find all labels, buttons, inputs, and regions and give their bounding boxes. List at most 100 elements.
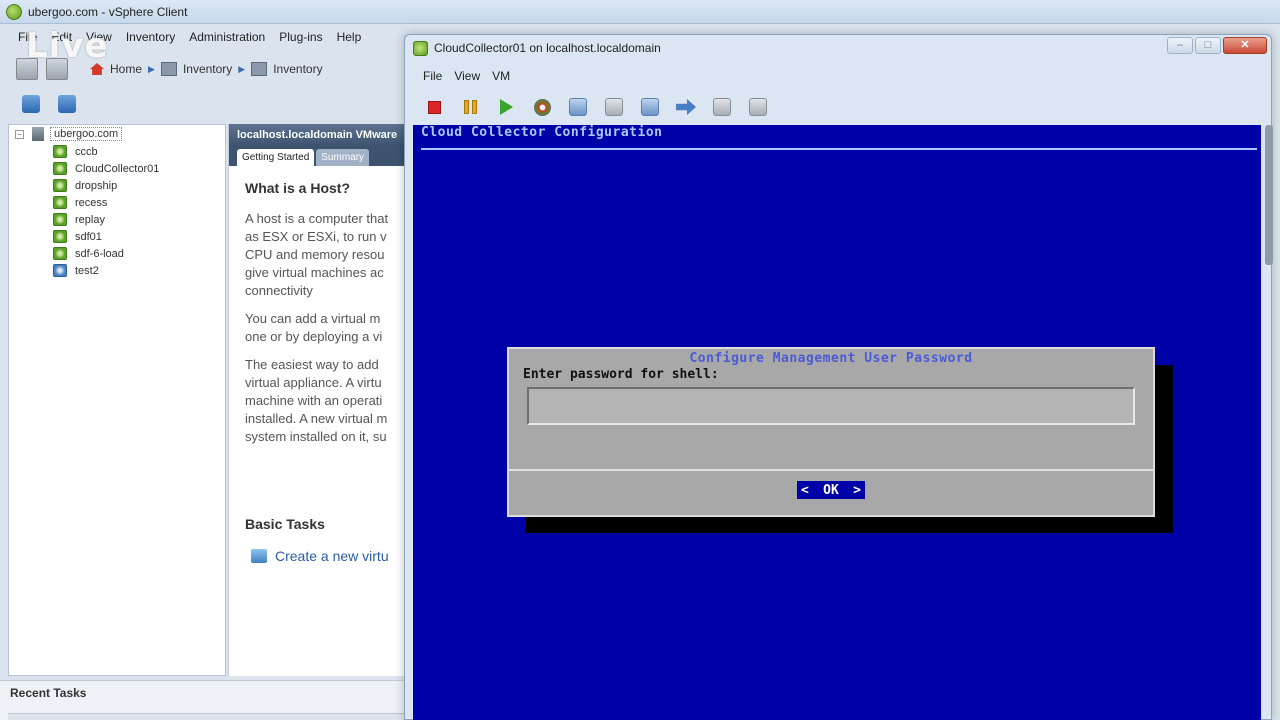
ok-button[interactable]: < OK > [797, 481, 865, 499]
tree-root-label: ubergoo.com [50, 127, 123, 141]
cd-rom-button[interactable] [711, 96, 733, 118]
content-paragraph: The easiest way to add virtual appliance… [245, 357, 388, 444]
dialog-title: Configure Management User Password [689, 351, 973, 366]
breadcrumb-inventory-view[interactable]: Inventory [273, 62, 322, 76]
tree-item-vm[interactable]: sdf-6-load [9, 245, 225, 262]
power-on-button[interactable] [495, 96, 517, 118]
revert-snapshot-button[interactable] [603, 96, 625, 118]
menu-administration[interactable]: Administration [189, 30, 265, 44]
menu-inventory[interactable]: Inventory [126, 30, 175, 44]
snapshot-manager-icon [641, 98, 659, 116]
revert-snapshot-icon [605, 98, 623, 116]
host-icon [32, 127, 44, 141]
console-title: CloudCollector01 on localhost.localdomai… [434, 41, 661, 55]
breadcrumb-home[interactable]: Home [110, 62, 142, 76]
content-header: localhost.localdomain VMware [229, 124, 408, 146]
main-toolbar [0, 90, 410, 118]
basic-tasks-heading: Basic Tasks [245, 516, 325, 532]
suspend-button[interactable] [459, 96, 481, 118]
menu-edit[interactable]: Edit [51, 30, 72, 44]
home-icon [90, 63, 104, 75]
console-scrollbar[interactable] [1265, 125, 1273, 265]
tab-summary[interactable]: Summary [316, 149, 370, 166]
recent-tasks-header-row [8, 713, 408, 720]
power-on-icon [499, 99, 513, 115]
console-screen[interactable]: Cloud Collector Configuration Configure … [413, 125, 1261, 720]
tree-item-vm[interactable]: recess [9, 194, 225, 211]
tree-item-vm[interactable]: dropship [9, 177, 225, 194]
tree-item-label: cccb [75, 145, 98, 158]
console-menubar: File View VM [423, 69, 510, 83]
send-ctrl-alt-del-button[interactable] [675, 96, 697, 118]
tree-item-vm[interactable]: replay [9, 211, 225, 228]
floppy-icon [749, 98, 767, 116]
floppy-button[interactable] [747, 96, 769, 118]
ok-label: OK [823, 482, 839, 498]
refresh-icon[interactable] [58, 95, 76, 113]
vm-powered-on-icon [53, 213, 67, 226]
vm-powered-off-icon [53, 264, 67, 277]
forward-button[interactable] [46, 58, 68, 80]
inventory-tree: − ubergoo.com cccb CloudCollector01 drop… [8, 124, 226, 676]
menu-file[interactable]: File [18, 30, 37, 44]
menu-help[interactable]: Help [337, 30, 362, 44]
reset-button[interactable] [531, 96, 553, 118]
hosts-clusters-icon [251, 62, 268, 76]
tree-item-label: dropship [75, 179, 118, 192]
vm-powered-on-icon [53, 162, 67, 175]
send-ctrl-alt-del-icon [676, 99, 696, 115]
tree-root[interactable]: − ubergoo.com [9, 125, 225, 143]
breadcrumb: Home ▶ Inventory ▶ Inventory [90, 62, 323, 76]
tree-item-vm[interactable]: sdf01 [9, 228, 225, 245]
minimize-button[interactable]: – [1167, 37, 1193, 54]
vm-powered-on-icon [53, 196, 67, 209]
breadcrumb-arrow-icon: ▶ [148, 63, 155, 74]
back-button[interactable] [16, 58, 38, 80]
snapshot-manager-button[interactable] [639, 96, 661, 118]
vm-powered-on-icon [53, 247, 67, 260]
create-vm-link[interactable]: Create a new virtu [251, 548, 389, 564]
snapshot-icon [569, 98, 587, 116]
content-heading: What is a Host? [245, 180, 351, 196]
vm-powered-on-icon [53, 145, 67, 158]
menu-plugins[interactable]: Plug-ins [279, 30, 322, 44]
window-controls: – □ ✕ [1167, 37, 1267, 54]
recent-tasks-panel: Recent Tasks [0, 680, 410, 720]
new-vm-icon[interactable] [22, 95, 40, 113]
breadcrumb-arrow-icon: ▶ [238, 63, 246, 74]
inventory-icon [160, 62, 177, 76]
tab-getting-started[interactable]: Getting Started [237, 149, 315, 166]
tree-item-label: sdf-6-load [75, 247, 124, 260]
reset-icon [533, 98, 551, 116]
vm-powered-on-icon [53, 179, 67, 192]
vm-console-window: CloudCollector01 on localhost.localdomai… [404, 34, 1273, 720]
console-menu-vm[interactable]: VM [492, 69, 510, 83]
password-dialog: Configure Management User Password Enter… [507, 347, 1155, 517]
snapshot-button[interactable] [567, 96, 589, 118]
breadcrumb-inventory[interactable]: Inventory [183, 62, 232, 76]
vm-console-icon [413, 40, 428, 56]
tree-item-label: recess [75, 196, 108, 209]
content-body: What is a Host? A host is a computer tha… [229, 166, 408, 446]
console-menu-view[interactable]: View [454, 69, 480, 83]
tree-item-vm[interactable]: test2 [9, 262, 225, 279]
password-input[interactable] [527, 387, 1135, 425]
console-titlebar[interactable]: CloudCollector01 on localhost.localdomai… [405, 35, 1271, 61]
tree-item-label: test2 [75, 264, 99, 277]
create-vm-link-label: Create a new virtu [275, 548, 389, 564]
close-button[interactable]: ✕ [1223, 37, 1267, 54]
screen-title-rule [421, 148, 1257, 150]
maximize-button[interactable]: □ [1195, 37, 1221, 54]
tree-item-label: CloudCollector01 [75, 162, 160, 175]
console-menu-file[interactable]: File [423, 69, 442, 83]
content-pane: localhost.localdomain VMware Getting Sta… [228, 124, 408, 676]
content-paragraph: A host is a computer that as ESX or ESXi… [245, 211, 389, 298]
collapse-icon[interactable]: − [15, 129, 24, 139]
stop-icon [427, 100, 441, 114]
main-titlebar: ubergoo.com - vSphere Client [0, 0, 1280, 24]
menu-view[interactable]: View [86, 30, 112, 44]
power-off-button[interactable] [423, 96, 445, 118]
tree-item-vm[interactable]: cccb [9, 143, 225, 160]
tree-item-vm[interactable]: CloudCollector01 [9, 160, 225, 177]
vsphere-logo-icon [6, 3, 22, 20]
